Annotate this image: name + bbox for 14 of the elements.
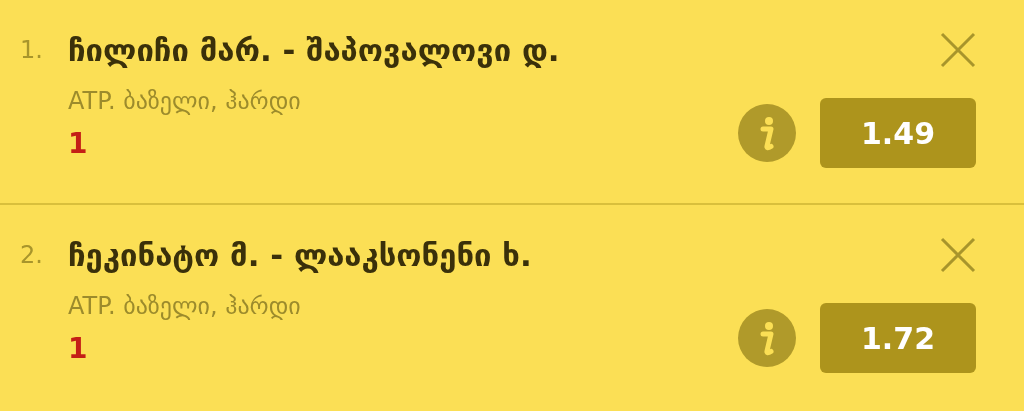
tournament-label: ATP. ბაზელი, ჰარდი (68, 291, 302, 321)
odds-button[interactable]: 1.72 (820, 303, 976, 373)
odds-button[interactable]: 1.49 (820, 98, 976, 168)
info-icon[interactable] (738, 309, 796, 367)
close-icon[interactable] (940, 237, 976, 273)
bet-number: 1. (20, 35, 44, 66)
match-title: ჩეკინატო მ. - ლააკსონენი ხ. (68, 236, 533, 275)
bet-pick: 1 (68, 128, 89, 160)
match-title: ჩილიჩი მარ. - შაპოვალოვი დ. (68, 31, 561, 70)
close-icon[interactable] (940, 32, 976, 68)
info-icon[interactable] (738, 104, 796, 162)
bet-number: 2. (20, 240, 44, 271)
tournament-label: ATP. ბაზელი, ჰარდი (68, 86, 302, 116)
bet-pick: 1 (68, 333, 89, 365)
